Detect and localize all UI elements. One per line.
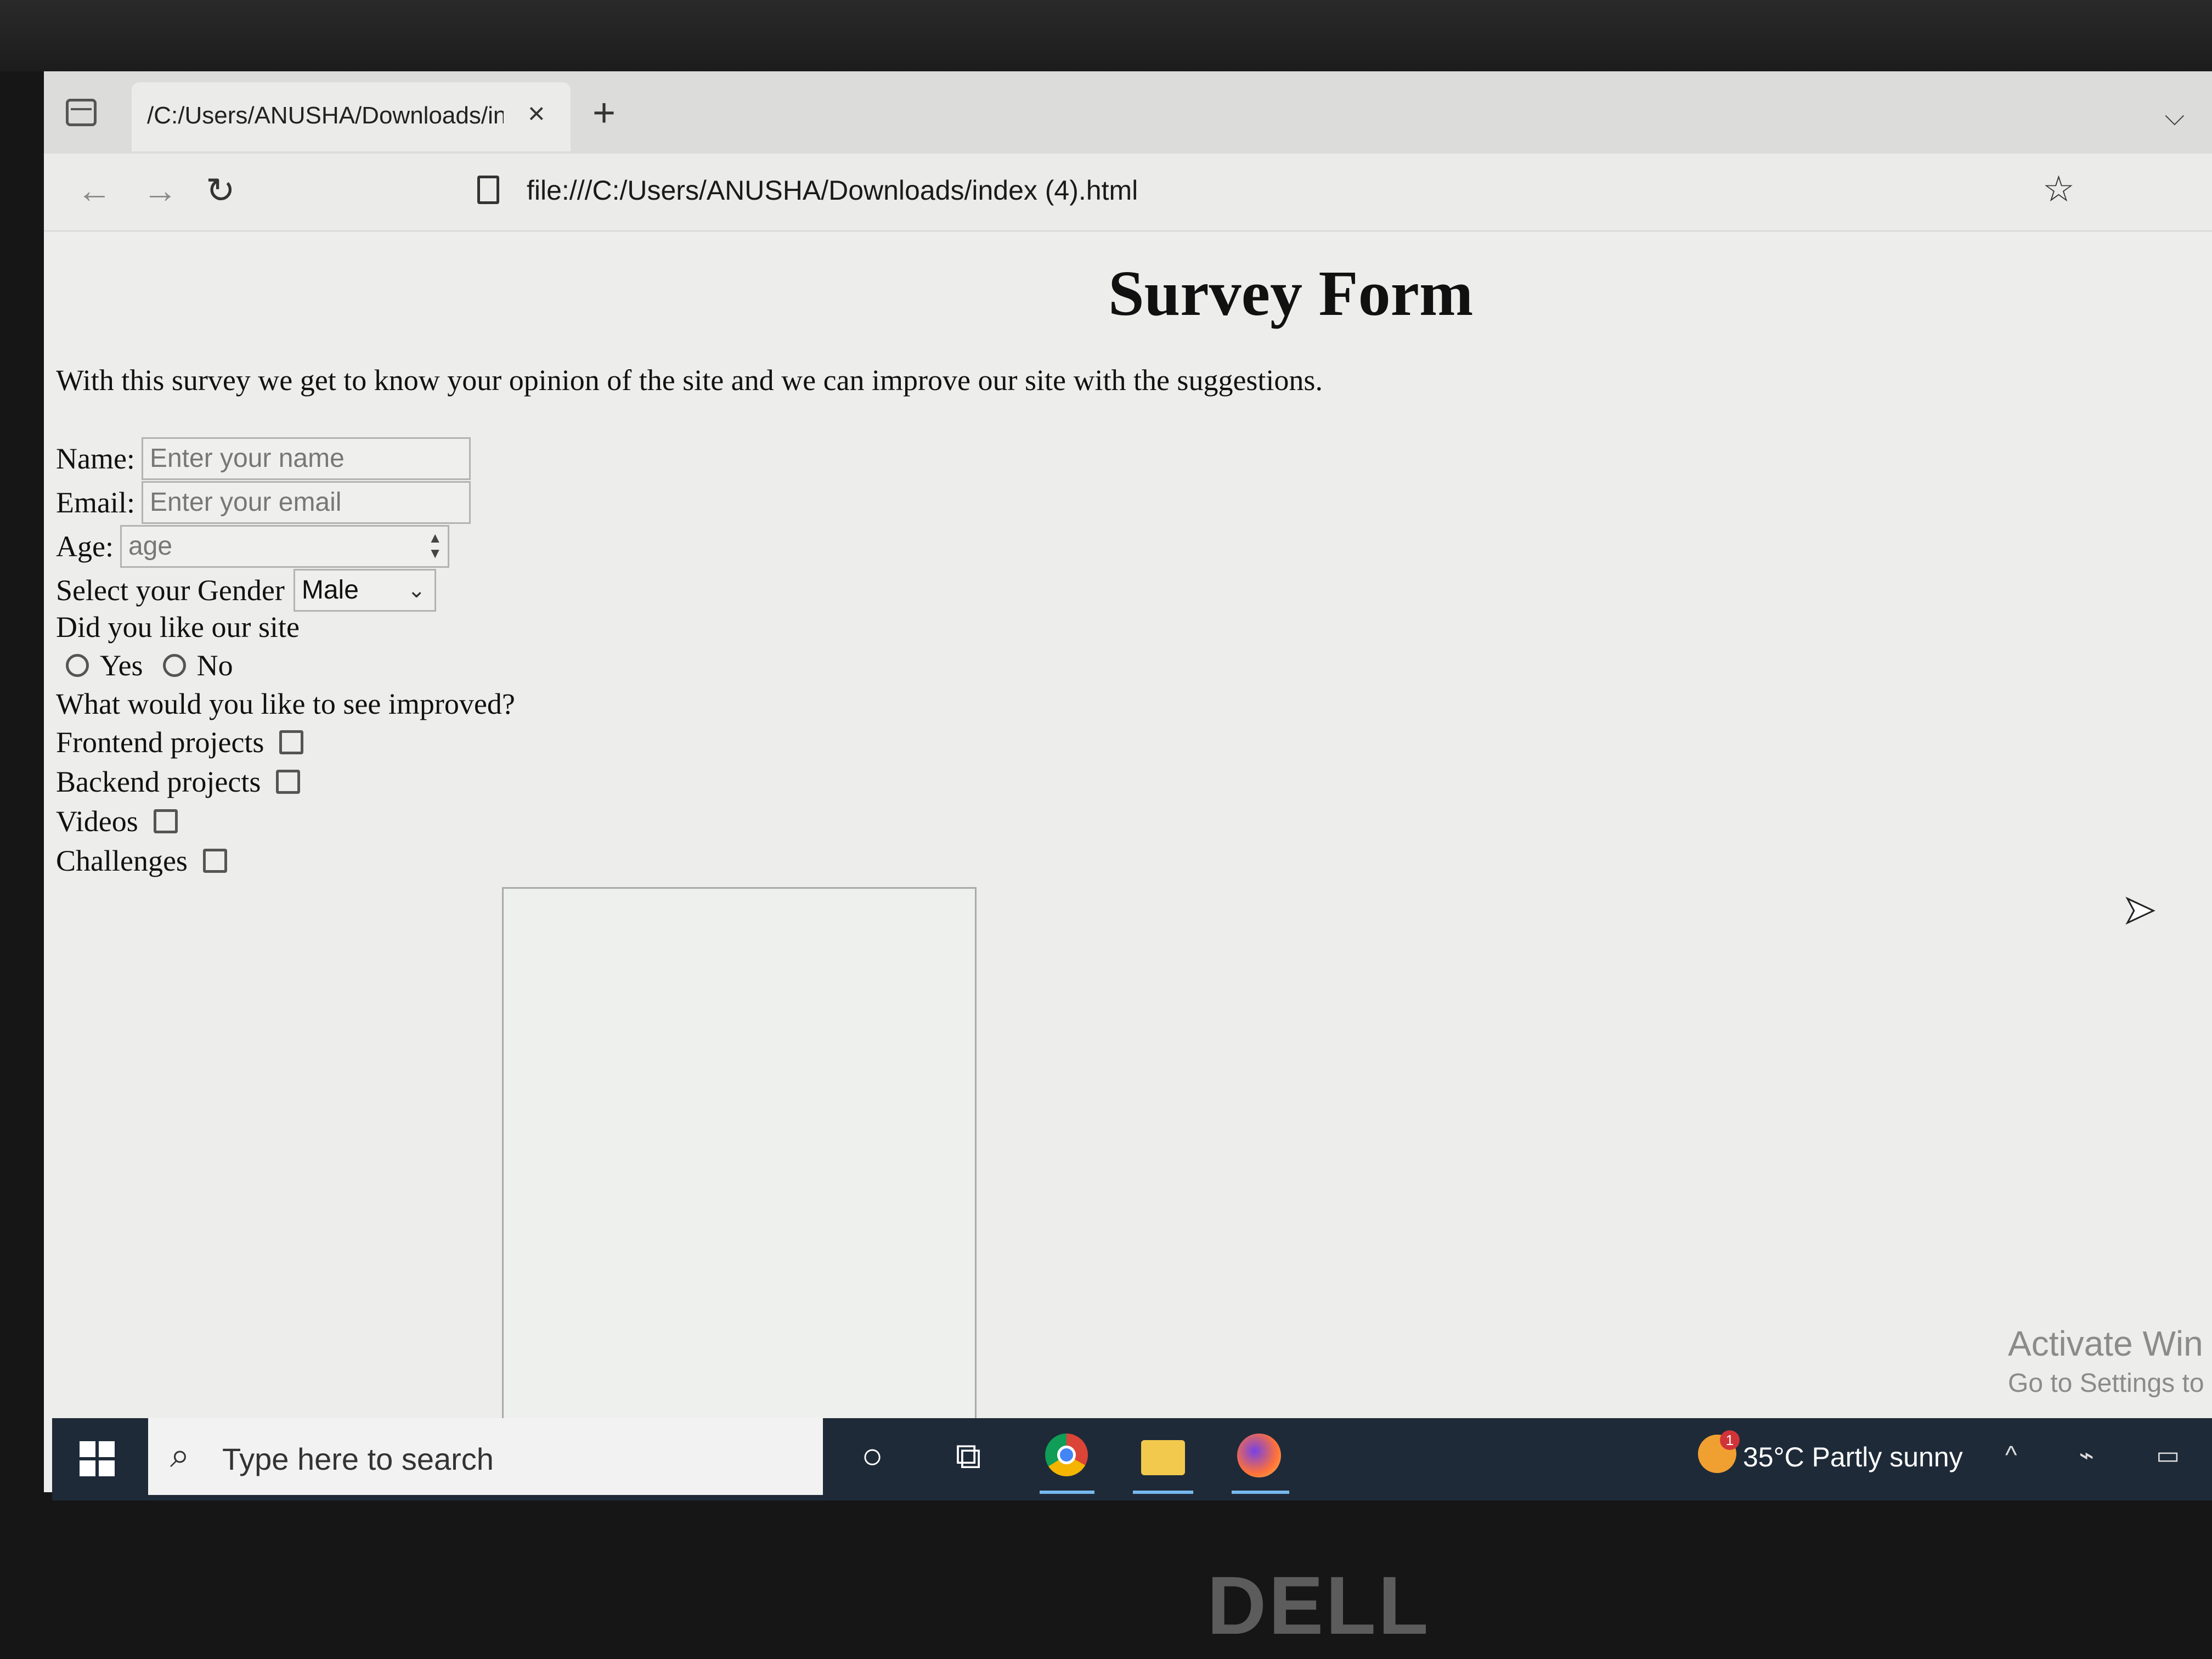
taskbar: ⌕ Type here to search ○ ⧉ 1 35°C Partly …: [52, 1418, 2212, 1500]
new-tab-button[interactable]: +: [592, 93, 616, 133]
email-label: Email:: [56, 486, 135, 519]
comment-textarea[interactable]: [502, 887, 977, 1492]
checkbox-row: Challenges: [56, 844, 227, 878]
radio-no[interactable]: [162, 654, 186, 677]
email-row: Email: Enter your email: [56, 481, 471, 524]
back-arrow-icon[interactable]: ←: [77, 170, 112, 211]
chevron-down-icon[interactable]: ⌵: [2165, 101, 2185, 132]
tab-overview-icon[interactable]: [66, 99, 97, 126]
intro-text: With this survey we get to know your opi…: [56, 364, 1323, 397]
windows-start-icon[interactable]: [80, 1441, 115, 1476]
page-title: Survey Form: [1108, 257, 1474, 329]
age-row: Age: age ▲ ▼: [56, 525, 449, 568]
age-input[interactable]: age ▲ ▼: [120, 525, 449, 568]
checkbox-challenges[interactable]: [202, 849, 227, 873]
tab-title: /C:/Users/ANUSHA/Downloads/index (4).htm…: [147, 102, 504, 129]
email-input[interactable]: Enter your email: [141, 481, 471, 524]
file-explorer-icon[interactable]: [1141, 1440, 1185, 1475]
explorer-active-indicator: [1133, 1491, 1193, 1494]
radio-yes[interactable]: [66, 654, 89, 677]
chrome-icon[interactable]: [1045, 1434, 1088, 1476]
like-radio-group: Yes No: [66, 648, 253, 682]
search-placeholder: Type here to search: [222, 1442, 494, 1476]
page-icon: [477, 176, 499, 204]
browser-toolbar: ← → ↻ file:///C:/Users/ANUSHA/Downloads/…: [44, 154, 2212, 232]
star-icon[interactable]: ☆: [2042, 168, 2075, 210]
screen: /C:/Users/ANUSHA/Downloads/index (4).htm…: [44, 71, 2212, 1492]
task-view-icon[interactable]: ⧉: [946, 1434, 990, 1477]
weather-badge: 1: [1720, 1430, 1740, 1450]
firefox-icon[interactable]: [1237, 1434, 1281, 1477]
page-content: Survey Form With this survey we get to k…: [44, 232, 2212, 1492]
chevron-down-icon: ⌄: [407, 578, 426, 602]
checkbox-label: Challenges: [56, 844, 188, 877]
watermark-line2: Go to Settings to: [2008, 1369, 2204, 1398]
address-bar[interactable]: file:///C:/Users/ANUSHA/Downloads/index …: [527, 174, 1138, 206]
chrome-active-indicator: [1040, 1491, 1094, 1494]
checkbox-label: Frontend projects: [56, 726, 264, 759]
reload-icon[interactable]: ↻: [206, 170, 235, 211]
tab-active[interactable]: /C:/Users/ANUSHA/Downloads/index (4).htm…: [132, 82, 571, 151]
checkbox-label: Videos: [56, 805, 138, 838]
name-input[interactable]: Enter your name: [141, 437, 471, 480]
like-question: Did you like our site: [56, 611, 300, 644]
checkbox-row: Videos: [56, 804, 178, 838]
checkbox-label: Backend projects: [56, 765, 261, 798]
radio-yes-label: Yes: [100, 649, 143, 682]
dell-logo: DELL: [1207, 1559, 1431, 1651]
checkbox-row: Backend projects: [56, 765, 301, 799]
gender-label: Select your Gender: [56, 574, 285, 607]
cortana-icon[interactable]: ○: [850, 1434, 894, 1477]
monitor-bezel-top: [0, 0, 2212, 71]
mouse-pointer-icon: ➤: [2123, 889, 2157, 933]
checkbox-row: Frontend projects: [56, 725, 304, 759]
tab-strip: /C:/Users/ANUSHA/Downloads/index (4).htm…: [44, 71, 2212, 154]
search-icon: ⌕: [170, 1435, 190, 1475]
improve-question: What would you like to see improved?: [56, 687, 515, 720]
system-tray-icons[interactable]: ^ ⌁ ▭: [2005, 1440, 2207, 1470]
gender-row: Select your Gender Male ⌄: [56, 569, 436, 612]
taskbar-search[interactable]: ⌕ Type here to search: [148, 1418, 823, 1495]
watermark-line1: Activate Win: [2008, 1324, 2203, 1363]
tab-close-icon[interactable]: ×: [528, 97, 545, 131]
activate-windows-watermark: Activate Win Go to Settings to: [2008, 1323, 2204, 1398]
radio-no-label: No: [196, 649, 233, 682]
firefox-active-indicator: [1232, 1491, 1289, 1494]
checkbox-backend[interactable]: [276, 770, 301, 794]
forward-arrow-icon[interactable]: →: [143, 170, 178, 211]
age-label: Age:: [56, 530, 114, 563]
age-placeholder: age: [128, 532, 173, 561]
weather-text[interactable]: 35°C Partly sunny: [1743, 1441, 1963, 1473]
checkbox-videos[interactable]: [153, 809, 178, 833]
name-row: Name: Enter your name: [56, 437, 471, 480]
gender-value: Male: [301, 575, 359, 605]
checkbox-frontend[interactable]: [279, 730, 304, 754]
gender-select[interactable]: Male ⌄: [293, 569, 436, 612]
name-label: Name:: [56, 442, 135, 475]
spinner-icon[interactable]: ▲ ▼: [428, 530, 442, 561]
